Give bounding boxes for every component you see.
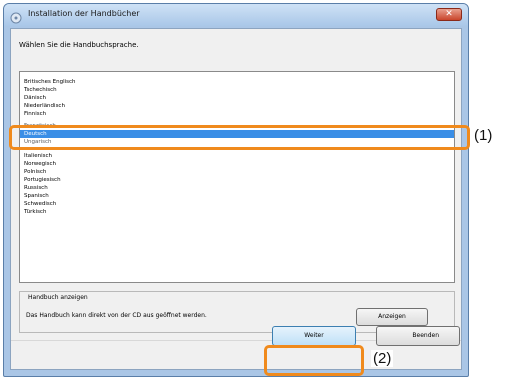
list-item[interactable]: Finnisch — [24, 110, 46, 118]
next-button[interactable]: Weiter — [272, 326, 356, 346]
list-item[interactable]: Tschechisch — [24, 86, 57, 94]
disc-icon — [10, 9, 22, 24]
list-item[interactable]: Dänisch — [24, 94, 46, 102]
close-icon: ✕ — [445, 9, 453, 19]
language-prompt: Wählen Sie die Handbuchsprache. — [19, 41, 139, 49]
language-list[interactable]: Britisches Englisch Tschechisch Dänisch … — [19, 71, 455, 283]
list-item[interactable]: Portugiesisch — [24, 176, 61, 184]
list-item[interactable]: Schwedisch — [24, 200, 56, 208]
group-label: Handbuch anzeigen — [28, 294, 88, 301]
title-bar[interactable]: Installation der Handbücher ✕ — [4, 4, 468, 26]
list-item[interactable]: Britisches Englisch — [24, 78, 76, 86]
selection-highlight — [9, 125, 470, 150]
list-item[interactable]: Norwegisch — [24, 160, 56, 168]
list-item[interactable]: Polnisch — [24, 168, 46, 176]
end-button[interactable]: Beenden — [376, 326, 460, 346]
callout-1: (1) — [474, 127, 493, 144]
list-item[interactable]: Russisch — [24, 184, 48, 192]
close-button[interactable]: ✕ — [436, 8, 462, 21]
window-title: Installation der Handbücher — [28, 9, 140, 18]
group-description: Das Handbuch kann direkt von der CD aus … — [26, 312, 207, 319]
show-button[interactable]: Anzeigen — [356, 308, 428, 326]
list-item[interactable]: Spanisch — [24, 192, 49, 200]
list-item[interactable]: Niederländisch — [24, 102, 65, 110]
list-item[interactable]: Türkisch — [24, 208, 46, 216]
dialog-body: Wählen Sie die Handbuchsprache. Britisch… — [10, 28, 462, 370]
next-highlight — [264, 345, 364, 376]
callout-2: (2) — [371, 350, 394, 367]
list-item[interactable]: Italienisch — [24, 152, 52, 160]
installer-window: Installation der Handbücher ✕ Wählen Sie… — [3, 3, 469, 377]
